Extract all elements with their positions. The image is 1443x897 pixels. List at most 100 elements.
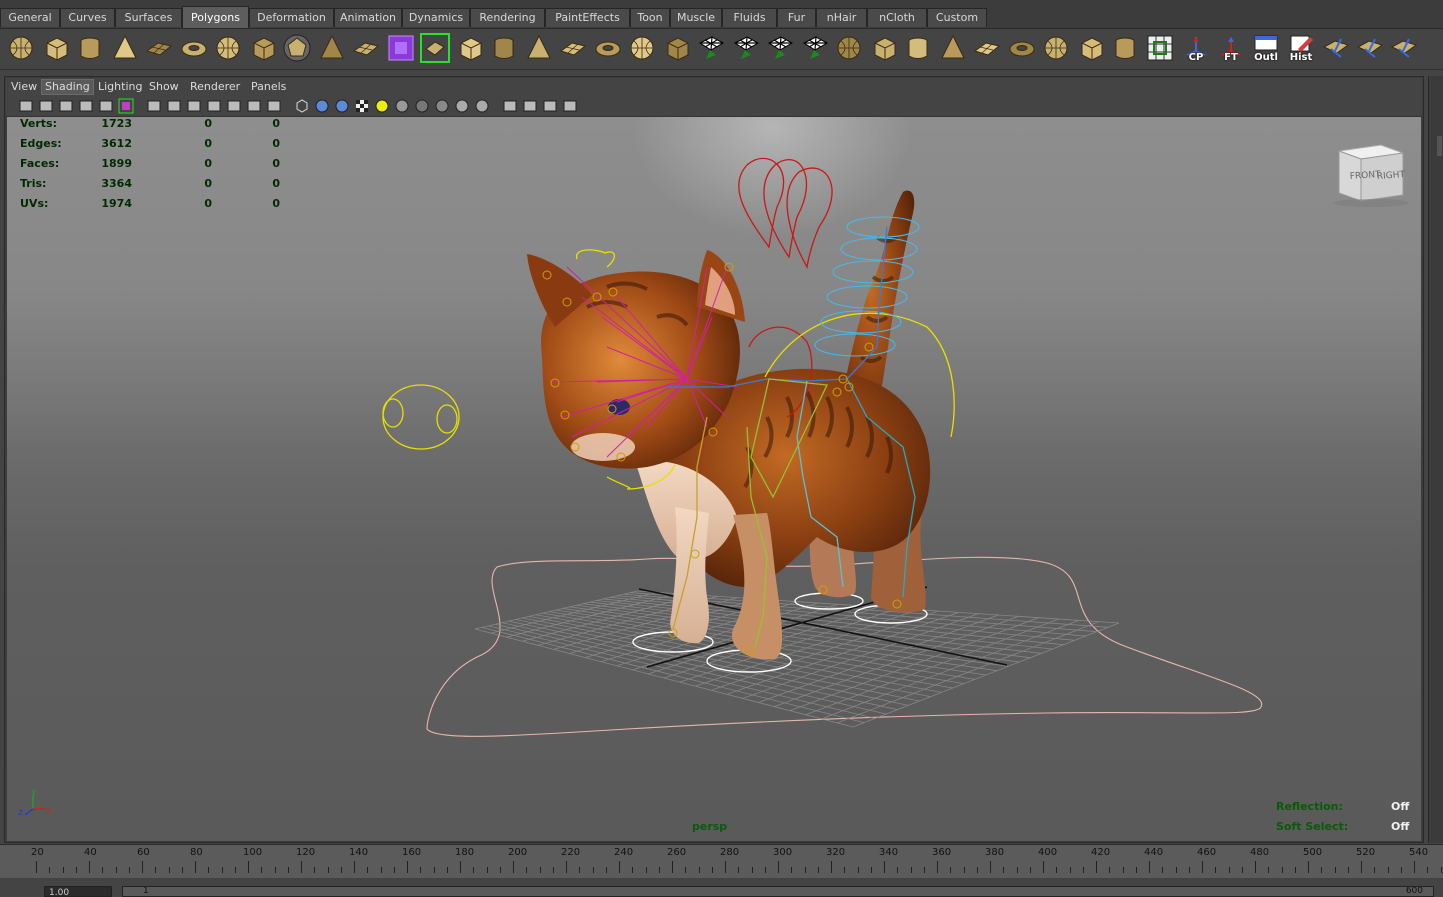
shelf-tab-painteffects[interactable]: PaintEffects [545,8,630,27]
panel-menu-lighting[interactable]: Lighting [95,79,145,95]
combine-icon[interactable] [317,33,347,63]
anti-alias-icon[interactable] [454,98,470,114]
center-pivot-icon[interactable]: CP [1181,33,1211,63]
motion-blur-icon[interactable] [434,98,450,114]
scroll-thumb[interactable] [1437,136,1442,156]
duplicate-face-icon[interactable] [800,33,830,63]
xray-icon[interactable] [522,98,538,114]
two-d-pan-icon[interactable] [98,98,114,114]
panel-menu-shading[interactable]: Shading [41,79,94,95]
shadows-icon[interactable] [394,98,410,114]
history-icon[interactable]: Hist [1286,33,1316,63]
smooth-icon[interactable] [386,33,416,63]
film-gate-icon[interactable] [166,98,182,114]
wireframe-icon[interactable] [294,98,310,114]
poke-icon[interactable] [869,33,899,63]
range-start-field[interactable]: 1.00 [44,886,112,897]
xray-joints-icon[interactable] [542,98,558,114]
panel-menu-view[interactable]: View [8,79,40,95]
texture-icon[interactable] [354,98,370,114]
poly-cylinder-icon[interactable] [75,33,105,63]
lights-icon[interactable] [374,98,390,114]
shelf-tab-curves[interactable]: Curves [60,8,115,27]
shelf-tab-animation[interactable]: Animation [334,8,402,27]
shelf-tab-toon[interactable]: Toon [630,8,670,27]
poly-tool-a-icon[interactable] [1321,33,1351,63]
right-scrollbar[interactable] [1428,76,1443,843]
timeline-tick-mark [539,867,541,873]
bridge-icon[interactable] [489,33,519,63]
chamfer-icon[interactable] [903,33,933,63]
frame-icon[interactable] [118,98,134,114]
safe-title-icon[interactable] [266,98,282,114]
insert-edge-loop-icon[interactable] [593,33,623,63]
merge-icon[interactable] [662,33,692,63]
shelf-tab-polygons[interactable]: Polygons [182,6,249,28]
gate-mask-icon[interactable] [206,98,222,114]
collapse-icon[interactable] [765,33,795,63]
select-camera-icon[interactable] [18,98,34,114]
safe-action-icon[interactable] [246,98,262,114]
view-cube-icon[interactable]: FRONT RIGHT [1327,143,1411,209]
shelf-tab-rendering[interactable]: Rendering [470,8,545,27]
cylindrical-map-icon[interactable] [1041,33,1071,63]
poly-sphere-icon[interactable] [6,33,36,63]
bookmark-icon[interactable] [58,98,74,114]
wedge-icon[interactable] [834,33,864,63]
shelf-tab-nhair[interactable]: nHair [816,8,867,27]
sculpt-icon[interactable] [972,33,1002,63]
split-polygon-icon[interactable] [558,33,588,63]
separate-icon[interactable] [351,33,381,63]
poly-tool-b-icon[interactable] [1355,33,1385,63]
extrude-icon[interactable] [627,33,657,63]
shelf-tab-fluids[interactable]: Fluids [722,8,777,27]
image-plane-icon[interactable] [78,98,94,114]
panel-menu-renderer[interactable]: Renderer [187,79,243,95]
poly-cone-icon[interactable] [110,33,140,63]
shelf-tab-fur[interactable]: Fur [777,8,816,27]
poly-cube-icon[interactable] [41,33,71,63]
panel-menu-show[interactable]: Show [146,79,182,95]
poly-torus-icon[interactable] [179,33,209,63]
xray-components-icon[interactable] [562,98,578,114]
shelf-tab-custom[interactable]: Custom [927,8,987,27]
perspective-viewport[interactable]: Verts: 1723 0 0 Edges: 3612 0 0 Faces: 1899 0 0 Tris… [7,117,1421,841]
time-slider[interactable]: 20 40 60 80 100 120 140 160 180 200 220 240 260 280 30… [0,844,1443,879]
poly-pyramid-icon[interactable] [213,33,243,63]
mirror-geometry-icon[interactable] [455,33,485,63]
automatic-map-icon[interactable] [1110,33,1140,63]
outliner-icon[interactable]: Outl [1251,33,1281,63]
shelf-tab-surfaces[interactable]: Surfaces [115,8,182,27]
shelf-tab-muscle[interactable]: Muscle [670,8,722,27]
timeline-tick-mark [751,867,753,873]
depth-of-field-icon[interactable] [474,98,490,114]
spherical-map-icon[interactable] [1076,33,1106,63]
shelf-tab-ncloth[interactable]: nCloth [867,8,927,27]
isolate-select-icon[interactable] [502,98,518,114]
range-slider[interactable]: 1 600 [122,886,1434,897]
default-material-icon[interactable] [334,98,350,114]
resolution-gate-icon[interactable] [186,98,202,114]
extract-icon[interactable] [420,33,450,63]
field-chart-icon[interactable] [226,98,242,114]
shelf-tab-general[interactable]: General [0,8,60,27]
append-polygon-icon[interactable] [524,33,554,63]
planar-map-icon[interactable] [1007,33,1037,63]
camera-attributes-icon[interactable] [38,98,54,114]
smooth-shade-icon[interactable] [314,98,330,114]
freeze-transform-icon[interactable]: FT [1216,33,1246,63]
offset-edge-icon[interactable] [938,33,968,63]
poly-platonic-icon[interactable] [282,33,312,63]
view-cube[interactable]: FRONT RIGHT [1327,143,1411,209]
poly-plane-icon[interactable] [144,33,174,63]
shelf-tab-deformation[interactable]: Deformation [249,8,334,27]
panel-menu-panels[interactable]: Panels [248,79,289,95]
shelf-tab-dynamics[interactable]: Dynamics [402,8,470,27]
grid-icon[interactable] [146,98,162,114]
bevel-icon[interactable] [731,33,761,63]
poly-tool-c-icon[interactable] [1389,33,1419,63]
screen-space-ao-icon[interactable] [414,98,430,114]
poly-pipe-icon[interactable] [248,33,278,63]
fill-hole-icon[interactable] [696,33,726,63]
uv-editor-icon[interactable] [1145,33,1175,63]
